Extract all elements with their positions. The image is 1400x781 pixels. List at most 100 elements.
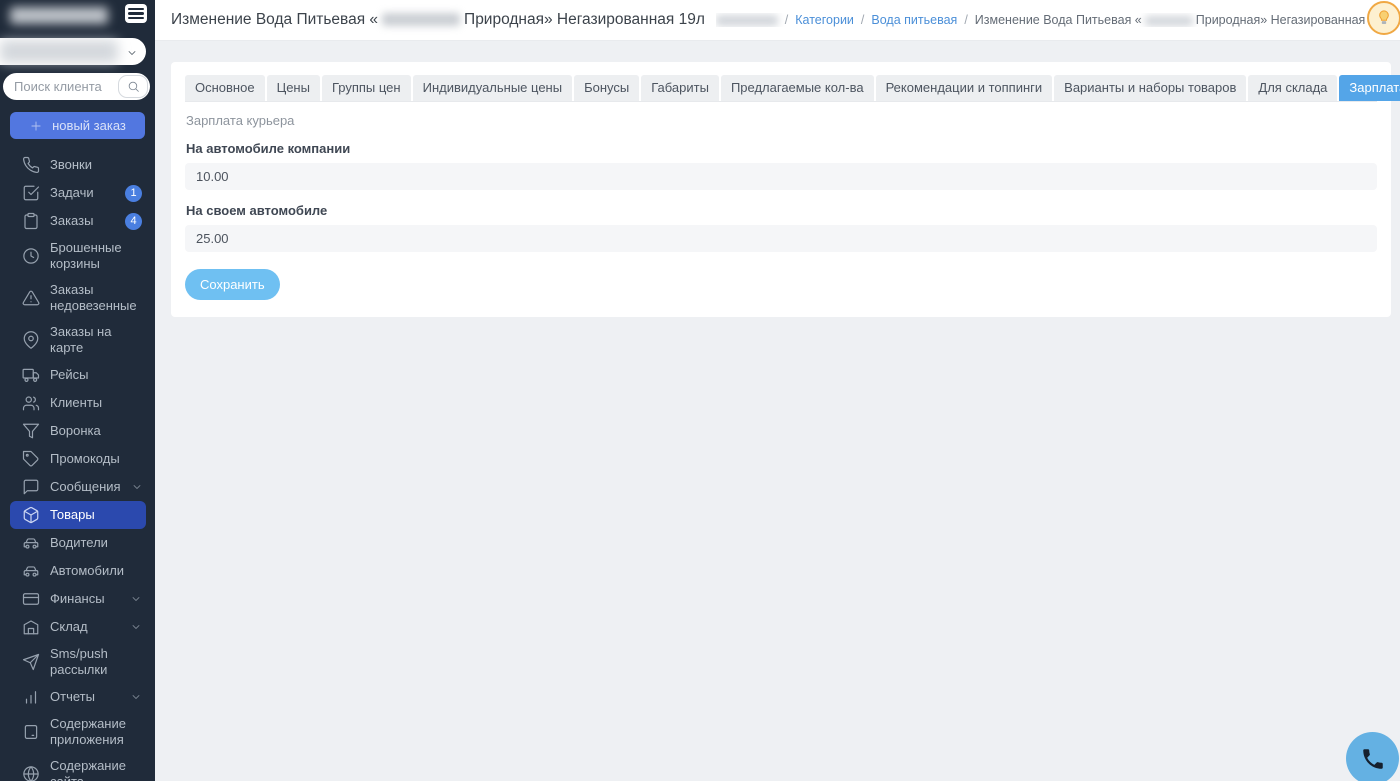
sidebar-nav: ЗвонкиЗадачи1Заказы4Брошенные корзиныЗак… [0, 151, 155, 781]
breadcrumb-separator: / [785, 13, 788, 27]
breadcrumb-separator: / [861, 13, 864, 27]
sidebar: новый заказ Звонки Задачи1 Заказы 4 Брошенны… [0, 0, 155, 781]
lightbulb-icon [1374, 8, 1394, 28]
sidebar-item-finance[interactable]: Финансы [10, 585, 146, 613]
sidebar-item-tasks[interactable]: Задачи1 [10, 179, 146, 207]
sidebar-item-messages[interactable]: Сообщения [10, 473, 146, 501]
field-input-own-car[interactable] [185, 225, 1377, 252]
sidebar-item-sms-push[interactable]: Sms/push рассылки [10, 641, 146, 683]
search-button[interactable] [118, 75, 148, 98]
sidebar-item-label: Склад [50, 619, 120, 635]
tab-dimensions[interactable]: Габариты [641, 75, 719, 101]
save-button[interactable]: Сохранить [185, 269, 280, 300]
sidebar-item-undelivered-orders[interactable]: Заказы недовезенные [10, 277, 146, 319]
new-order-button[interactable]: новый заказ [10, 112, 145, 139]
sidebar-item-trips[interactable]: Рейсы [10, 361, 146, 389]
tag-icon [22, 450, 40, 468]
sidebar-item-funnel[interactable]: Воронка [10, 417, 146, 445]
tab-individual-prices[interactable]: Индивидуальные цены [413, 75, 572, 101]
field-input-company-car[interactable] [185, 163, 1377, 190]
tab-for-warehouse[interactable]: Для склада [1248, 75, 1337, 101]
breadcrumb-separator: / [964, 13, 967, 27]
sidebar-item-label: Задачи [50, 185, 115, 201]
sidebar-item-products[interactable]: Товары [10, 501, 146, 529]
sidebar-item-app-content[interactable]: Содержание приложения [10, 711, 146, 753]
sidebar-item-label: Отчеты [50, 689, 120, 705]
sidebar-item-orders[interactable]: Заказы 4 [10, 207, 146, 235]
sidebar-item-warehouse[interactable]: Склад [10, 613, 146, 641]
product-edit-card: ОсновноеЦеныГруппы ценИндивидуальные цен… [171, 62, 1391, 317]
truck-icon [22, 366, 40, 384]
search-input[interactable] [3, 79, 118, 94]
card-icon [22, 590, 40, 608]
sidebar-item-label: Рейсы [50, 367, 142, 383]
page-title: Изменение Вода Питьевая «Природная» Нега… [171, 11, 705, 29]
redacted-text [382, 13, 460, 26]
sidebar-item-label: Sms/push рассылки [50, 646, 142, 678]
tab-price-groups[interactable]: Группы цен [322, 75, 411, 101]
map-pin-icon [22, 331, 40, 349]
sidebar-item-label: Заказы недовезенные [50, 282, 142, 314]
redacted-text [0, 40, 118, 63]
tab-main[interactable]: Основное [185, 75, 265, 101]
new-order-label: новый заказ [52, 118, 126, 133]
chevron-down-icon [126, 46, 138, 58]
breadcrumb-categories[interactable]: Категории [795, 13, 854, 27]
sidebar-item-label: Товары [50, 507, 142, 523]
topbar: Изменение Вода Питьевая «Природная» Нега… [155, 0, 1400, 41]
sidebar-item-label: Заказы на карте [50, 324, 142, 356]
sidebar-item-label: Воронка [50, 423, 142, 439]
form-fields: На автомобиле компанииНа своем автомобил… [185, 141, 1377, 252]
tab-bonuses[interactable]: Бонусы [574, 75, 639, 101]
count-badge: 4 [125, 213, 142, 230]
sidebar-item-label: Заказы [50, 213, 115, 229]
chevron-down-icon [130, 621, 142, 633]
sidebar-item-cars[interactable]: Автомобили [10, 557, 146, 585]
sidebar-item-abandoned-carts[interactable]: Брошенные корзины [10, 235, 146, 277]
main-area: Изменение Вода Питьевая «Природная» Нега… [155, 0, 1400, 781]
send-icon [22, 653, 40, 671]
sidebar-item-label: Автомобили [50, 563, 142, 579]
sidebar-item-label: Промокоды [50, 451, 142, 467]
sidebar-item-orders-map[interactable]: Заказы на карте [10, 319, 146, 361]
clock-icon [22, 247, 40, 265]
warning-icon [22, 289, 40, 307]
car-icon [22, 562, 40, 580]
sidebar-item-label: Сообщения [50, 479, 121, 495]
sidebar-item-label: Водители [50, 535, 142, 551]
cube-icon [22, 506, 40, 524]
tab-bar: ОсновноеЦеныГруппы ценИндивидуальные цен… [185, 75, 1377, 102]
sidebar-item-drivers[interactable]: Водители [10, 529, 146, 557]
sidebar-item-label: Содержание приложения [50, 716, 142, 748]
sidebar-item-reports[interactable]: Отчеты [10, 683, 146, 711]
tab-recommendations[interactable]: Рекомендации и топпинги [876, 75, 1053, 101]
lightbulb-help-button[interactable] [1367, 1, 1400, 35]
sidebar-item-calls[interactable]: Звонки [10, 151, 146, 179]
breadcrumb-water[interactable]: Вода питьевая [871, 13, 957, 27]
sidebar-item-site-content[interactable]: Содержание сайта [10, 753, 146, 781]
search-icon [127, 80, 140, 93]
tab-prices[interactable]: Цены [267, 75, 320, 101]
globe-icon [22, 765, 40, 781]
company-logo [10, 7, 108, 24]
branch-select[interactable] [0, 38, 146, 65]
funnel-icon [22, 422, 40, 440]
breadcrumb-current: Изменение Вода Питьевая «Природная» Нега… [975, 13, 1390, 27]
chevron-down-icon [130, 593, 142, 605]
chevron-down-icon [131, 481, 143, 493]
sidebar-item-promocodes[interactable]: Промокоды [10, 445, 146, 473]
sidebar-item-label: Звонки [50, 157, 142, 173]
phone-fab-button[interactable] [1346, 732, 1399, 781]
tab-variants[interactable]: Варианты и наборы товаров [1054, 75, 1246, 101]
tab-suggested-qty[interactable]: Предлагаемые кол-ва [721, 75, 874, 101]
logo-row [10, 4, 149, 32]
sidebar-item-label: Клиенты [50, 395, 142, 411]
redacted-text [716, 15, 778, 26]
sidebar-item-clients[interactable]: Клиенты [10, 389, 146, 417]
tab-salary[interactable]: Зарплата [1339, 75, 1400, 101]
field-label-own-car: На своем автомобиле [186, 203, 1376, 218]
menu-toggle-icon[interactable] [125, 4, 147, 23]
orders-icon [22, 212, 40, 230]
breadcrumb-hidden [716, 13, 778, 27]
tasks-icon [22, 184, 40, 202]
